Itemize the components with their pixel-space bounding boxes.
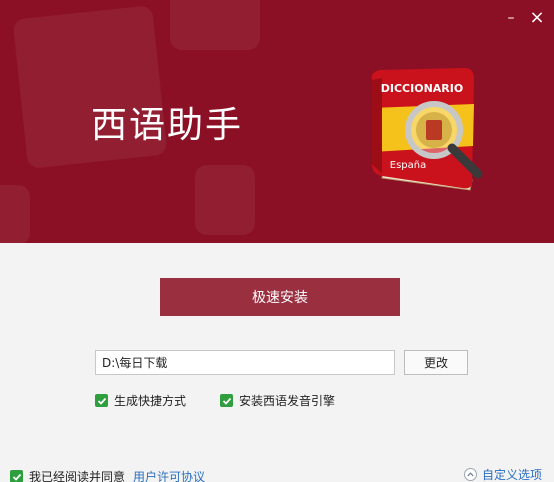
app-title: 西语助手 [91, 105, 244, 146]
minimize-button[interactable]: – [502, 9, 520, 27]
install-engine-label: 安装西语发音引擎 [239, 394, 336, 408]
header-banner: – × 西语助手 DICCIONARIO España [0, 0, 554, 243]
agree-license-checkbox[interactable]: 我已经阅读并同意 用户许可协议 [10, 468, 205, 482]
install-path-input[interactable] [95, 350, 395, 375]
chevron-up-icon [463, 468, 477, 481]
license-agreement-link[interactable]: 用户许可协议 [133, 468, 205, 482]
create-shortcut-label: 生成快捷方式 [114, 394, 187, 408]
custom-options-label: 自定义选项 [481, 468, 542, 482]
checkbox-checked-icon [220, 394, 233, 407]
decor-shape [195, 165, 255, 235]
change-path-button[interactable]: 更改 [404, 350, 468, 375]
close-button[interactable]: × [528, 9, 546, 27]
decor-shape [0, 185, 30, 243]
quick-install-button[interactable]: 极速安装 [160, 278, 400, 316]
dictionary-book-icon: DICCIONARIO España [371, 68, 483, 191]
agree-label: 我已经阅读并同意 [29, 470, 126, 482]
checkbox-checked-icon [95, 394, 108, 407]
install-engine-checkbox[interactable]: 安装西语发音引擎 [220, 392, 335, 409]
create-shortcut-checkbox[interactable]: 生成快捷方式 [95, 392, 186, 409]
book-label-bottom: España [390, 160, 426, 171]
decor-shape [170, 0, 260, 50]
book-label-top: DICCIONARIO [381, 82, 463, 95]
checkbox-checked-icon [10, 470, 23, 482]
custom-options-toggle[interactable]: 自定义选项 [463, 466, 542, 482]
